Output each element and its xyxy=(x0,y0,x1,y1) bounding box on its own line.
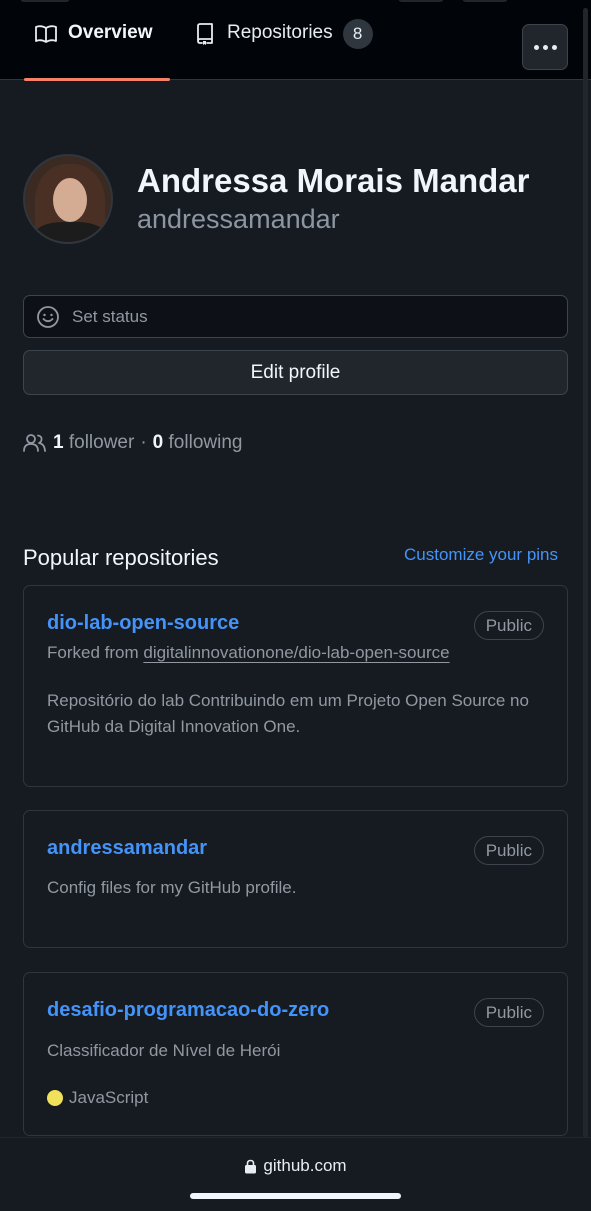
forked-from-link[interactable]: digitalinnovationone/dio-lab-open-source xyxy=(143,643,449,662)
repo-language: JavaScript xyxy=(47,1088,148,1108)
repo-name-link[interactable]: andressamandar xyxy=(47,837,207,860)
browser-bottom-bar: github.com xyxy=(0,1137,591,1211)
forked-prefix: Forked from xyxy=(47,643,139,662)
visibility-badge: Public xyxy=(473,998,544,1027)
top-cutoff-element xyxy=(20,0,70,2)
repo-description: Config files for my GitHub profile. xyxy=(47,878,297,897)
visibility-badge: Public xyxy=(473,836,544,865)
top-cutoff-element xyxy=(462,0,508,2)
followers-count: 1 xyxy=(53,432,64,453)
top-cutoff-element xyxy=(398,0,444,2)
tab-repositories[interactable]: Repositories 8 xyxy=(193,19,373,72)
tab-overview-label: Overview xyxy=(68,22,153,43)
home-indicator[interactable] xyxy=(190,1193,401,1199)
profile-name: Andressa Morais Mandar xyxy=(137,162,530,199)
tab-overview[interactable]: Overview xyxy=(24,22,170,81)
repo-name-link[interactable]: desafio-programacao-do-zero xyxy=(47,999,329,1022)
edit-profile-label: Edit profile xyxy=(250,361,341,383)
followers-link[interactable]: 1 follower xyxy=(53,432,134,454)
profile-tab-nav: Overview Repositories 8 xyxy=(0,0,591,81)
set-status-label: Set status xyxy=(72,306,148,326)
customize-pins-link[interactable]: Customize your pins xyxy=(404,545,558,565)
repo-description: Repositório do lab Contribuindo em um Pr… xyxy=(47,691,529,736)
pinned-repo-card: dio-lab-open-source Public Forked from d… xyxy=(23,585,568,787)
following-count: 0 xyxy=(152,432,164,453)
avatar[interactable] xyxy=(23,154,113,244)
lock-icon xyxy=(245,1159,257,1173)
book-icon xyxy=(35,25,57,43)
repo-icon xyxy=(197,23,213,45)
forked-from-text: Forked from digitalinnovationone/dio-lab… xyxy=(47,643,450,663)
follow-stats: 1 follower · 0 following xyxy=(23,432,242,454)
profile-login: andressamandar xyxy=(137,204,340,234)
tab-repositories-label: Repositories xyxy=(227,22,333,43)
follow-separator: · xyxy=(140,432,147,453)
pinned-repo-card: andressamandar Public Config files for m… xyxy=(23,810,568,948)
repo-name-link[interactable]: dio-lab-open-source xyxy=(47,612,239,635)
repo-description: Classificador de Nível de Herói xyxy=(47,1041,281,1060)
language-color-dot xyxy=(47,1090,63,1106)
visibility-badge: Public xyxy=(473,611,544,640)
repositories-count-badge: 8 xyxy=(342,19,373,49)
edit-profile-button[interactable]: Edit profile xyxy=(23,350,568,395)
language-label: JavaScript xyxy=(69,1088,149,1107)
kebab-horizontal-icon xyxy=(533,44,539,50)
address-bar[interactable]: github.com xyxy=(0,1156,591,1176)
page-scrollbar[interactable] xyxy=(583,8,588,1138)
set-status-button[interactable]: Set status xyxy=(23,295,568,338)
people-icon xyxy=(23,434,46,452)
followers-label: follower xyxy=(68,432,135,453)
following-label: following xyxy=(168,432,243,453)
more-options-button[interactable] xyxy=(522,24,568,70)
popular-repositories-heading: Popular repositories xyxy=(23,545,219,570)
url-text: github.com xyxy=(263,1156,347,1175)
smiley-icon xyxy=(37,305,59,328)
pinned-repo-card: desafio-programacao-do-zero Public Class… xyxy=(23,972,568,1136)
following-link[interactable]: 0 following xyxy=(153,432,243,454)
